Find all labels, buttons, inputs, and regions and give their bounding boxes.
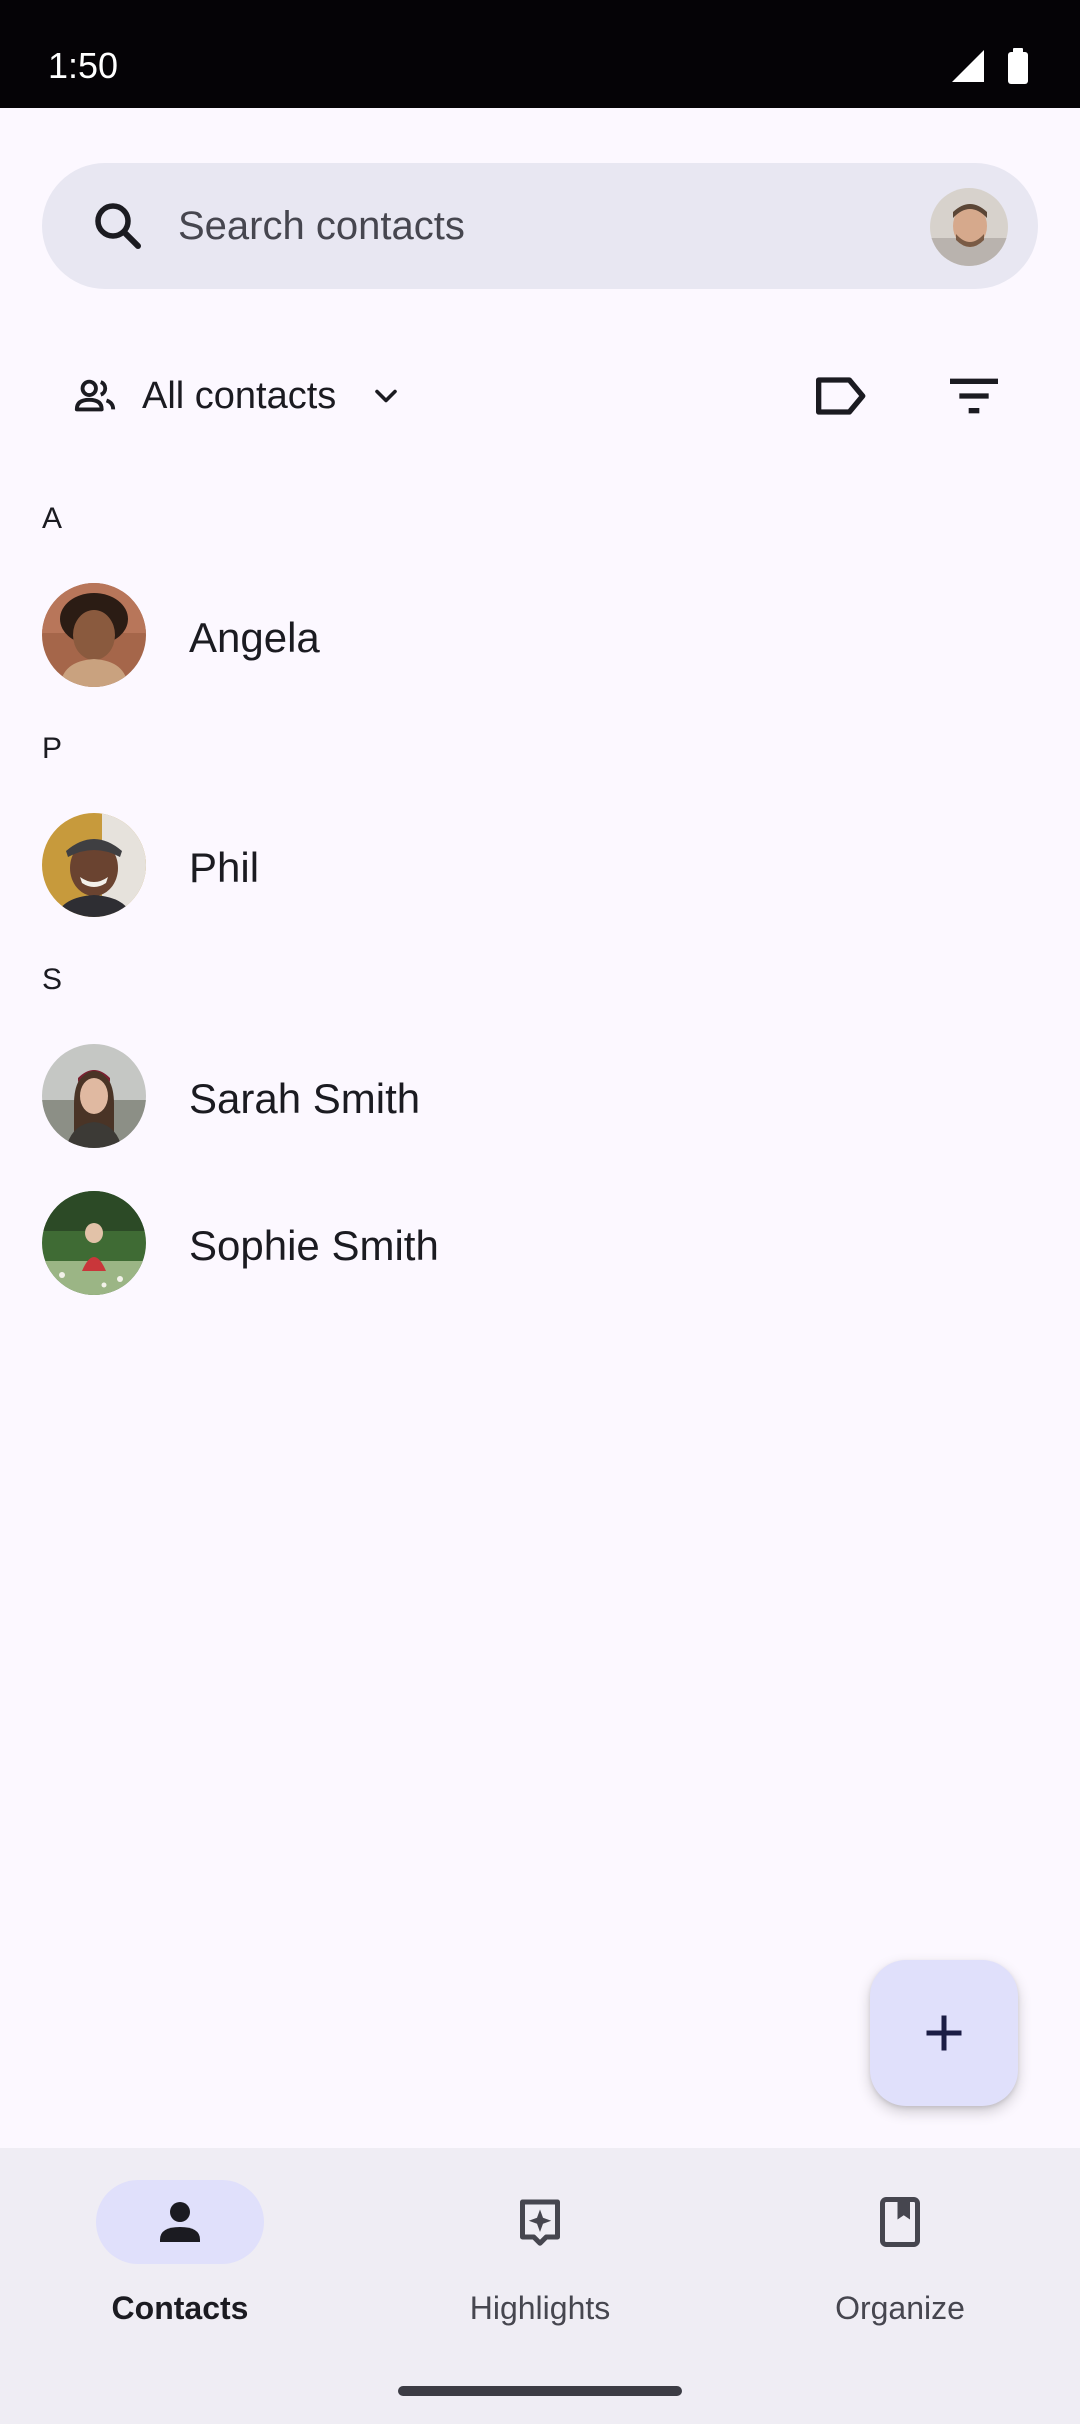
status-bar: 1:50	[0, 0, 1080, 108]
nav-organize[interactable]: Organize	[720, 2180, 1080, 2330]
chevron-down-icon	[375, 389, 397, 403]
add-icon	[926, 2015, 962, 2051]
search-icon[interactable]	[88, 196, 148, 256]
contact-name: Phil	[189, 844, 260, 891]
signal-icon	[952, 50, 984, 82]
bookmark-icon	[880, 2197, 920, 2247]
filter-label: All contacts	[142, 375, 337, 417]
nav-highlights[interactable]: Highlights	[360, 2180, 720, 2330]
contact-name: Sophie Smith	[189, 1222, 439, 1269]
contact-row-phil[interactable]: Phil	[0, 801, 1080, 931]
label-icon[interactable]	[808, 364, 872, 428]
account-avatar[interactable]	[930, 188, 1008, 266]
battery-icon	[1008, 52, 1028, 84]
contact-avatar	[42, 813, 146, 917]
contact-row-sophie-smith[interactable]: Sophie Smith	[0, 1179, 1080, 1309]
contact-row-angela[interactable]: Angela	[0, 571, 1080, 701]
nav-label: Contacts	[111, 2290, 249, 2326]
filter-row: All contacts	[0, 350, 1080, 440]
section-header-a: A	[42, 502, 63, 535]
contact-name: Sarah Smith	[189, 1075, 421, 1122]
section-header-s: S	[42, 963, 63, 996]
contact-avatar	[42, 583, 146, 687]
sort-icon[interactable]	[942, 364, 1006, 428]
bottom-navigation: Contacts Highlights Organize	[0, 2148, 1080, 2424]
status-icons	[952, 48, 1028, 84]
search-input[interactable]: Search contacts	[178, 203, 465, 249]
person-icon	[160, 2202, 200, 2242]
nav-label: Highlights	[469, 2290, 611, 2326]
nav-label: Organize	[835, 2290, 965, 2326]
contact-row-sarah-smith[interactable]: Sarah Smith	[0, 1032, 1080, 1162]
section-header-p: P	[42, 732, 63, 765]
add-contact-button[interactable]	[870, 1960, 1018, 2106]
contact-avatar	[42, 1044, 146, 1148]
contact-name: Angela	[189, 614, 320, 661]
nav-contacts[interactable]: Contacts	[0, 2180, 360, 2330]
home-indicator[interactable]	[398, 2386, 682, 2396]
search-bar[interactable]: Search contacts	[42, 163, 1038, 289]
people-icon	[74, 379, 116, 412]
contact-avatar	[42, 1191, 146, 1295]
highlights-icon	[520, 2199, 560, 2246]
status-time: 1:50	[48, 45, 119, 86]
